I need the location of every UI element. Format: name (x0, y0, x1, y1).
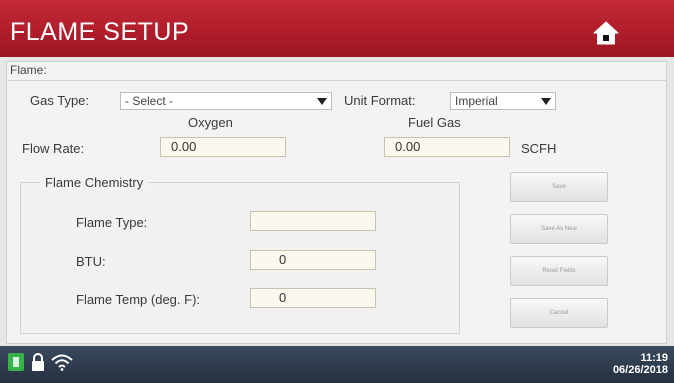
page-title: FLAME SETUP (10, 18, 190, 46)
home-icon (593, 21, 619, 45)
flame-chemistry-legend: Flame Chemistry (40, 175, 149, 190)
reset-fields-button[interactable]: Reset Fields (510, 256, 608, 286)
save-button[interactable]: Save (510, 172, 608, 202)
unit-format-label: Unit Format: (344, 93, 416, 108)
flow-rate-label: Flow Rate: (22, 141, 85, 156)
flame-temp-label: Flame Temp (deg. F): (76, 292, 201, 307)
gas-type-label: Gas Type: (30, 93, 90, 108)
battery-icon (8, 353, 24, 371)
gas-type-value: - Select - (125, 94, 174, 108)
flame-type-label: Flame Type: (76, 215, 148, 230)
clock: 11:19 06/26/2018 (613, 352, 668, 376)
save-as-new-button[interactable]: Save As New (510, 214, 608, 244)
status-bar (0, 346, 674, 383)
gas-type-dropdown[interactable]: - Select - (120, 92, 332, 110)
clock-date: 06/26/2018 (612, 364, 668, 376)
wifi-icon (51, 353, 73, 371)
lock-icon (30, 353, 46, 371)
fuel-gas-flow-rate-field[interactable]: 0.00 (384, 137, 510, 157)
btu-field[interactable]: 0 (250, 250, 376, 270)
oxygen-column-header: Oxygen (188, 115, 233, 130)
flame-type-field[interactable] (250, 211, 376, 231)
cancel-button[interactable]: Cancel (510, 298, 608, 328)
fuel-gas-column-header: Fuel Gas (408, 115, 461, 130)
unit-format-dropdown[interactable]: Imperial (450, 92, 556, 110)
unit-format-value: Imperial (455, 94, 498, 108)
unit-format-chevron-down-icon[interactable] (537, 93, 555, 109)
home-button[interactable] (592, 20, 620, 46)
flow-rate-unit: SCFH (521, 141, 557, 156)
title-bar: FLAME SETUP (0, 0, 674, 57)
panel-divider (6, 80, 667, 81)
clock-time: 11:19 (640, 352, 668, 364)
oxygen-flow-rate-field[interactable]: 0.00 (160, 137, 286, 157)
flame-panel-label: Flame: (10, 63, 47, 77)
gas-type-chevron-down-icon[interactable] (313, 93, 331, 109)
btu-label: BTU: (76, 254, 106, 269)
flame-temp-field[interactable]: 0 (250, 288, 376, 308)
